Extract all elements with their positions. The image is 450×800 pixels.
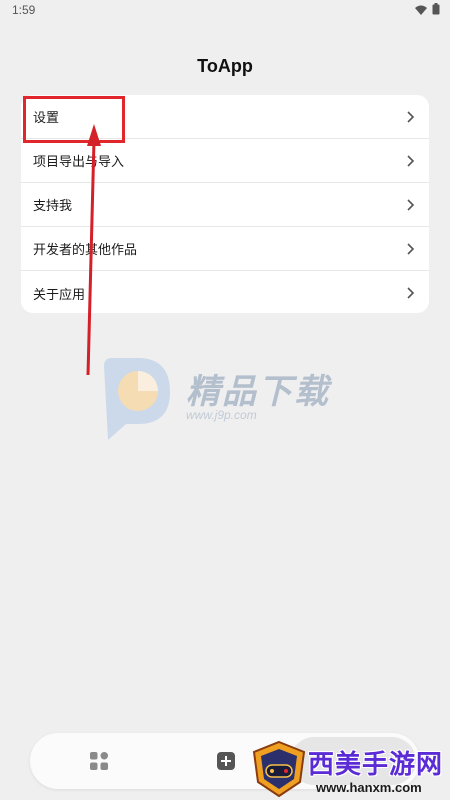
nav-add-button[interactable] [214, 749, 238, 773]
status-bar: 1:59 [0, 0, 450, 24]
site-logo: 西美手游网 www.hanxm.com [250, 738, 450, 800]
chevron-right-icon [407, 198, 415, 211]
watermark-url: www.j9p.com [186, 408, 257, 422]
wifi-icon [415, 4, 427, 18]
chevron-right-icon [407, 287, 415, 299]
menu-item-support-me[interactable]: 支持我 [21, 183, 429, 227]
gamepad-shield-icon [252, 740, 306, 798]
watermark: 精品下载 www.j9p.com [98, 356, 358, 446]
status-time: 1:59 [12, 3, 36, 17]
add-icon [217, 752, 235, 770]
nav-home-button[interactable] [87, 749, 111, 773]
chevron-right-icon [407, 154, 415, 167]
watermark-logo-icon [104, 358, 170, 440]
menu-item-developer-other-works[interactable]: 开发者的其他作品 [21, 227, 429, 271]
menu-item-label: 开发者的其他作品 [33, 243, 138, 258]
site-name: 西美手游网 [308, 750, 444, 780]
watermark-brand: 精品下载 [186, 372, 330, 412]
grid-icon [90, 752, 108, 770]
page-title: ToApp [197, 56, 253, 76]
chevron-right-icon [407, 110, 415, 123]
highlight-box [23, 96, 125, 143]
status-icons [415, 3, 440, 18]
menu-item-label: 关于应用 [33, 287, 86, 303]
menu-item-label: 支持我 [33, 199, 73, 214]
site-url: www.hanxm.com [316, 780, 422, 795]
battery-icon [432, 3, 440, 18]
menu-item-project-export-import[interactable]: 项目导出与导入 [21, 139, 429, 183]
menu-item-label: 项目导出与导入 [33, 155, 125, 170]
chevron-right-icon [407, 242, 415, 255]
menu-item-about-app[interactable]: 关于应用 [21, 271, 429, 313]
